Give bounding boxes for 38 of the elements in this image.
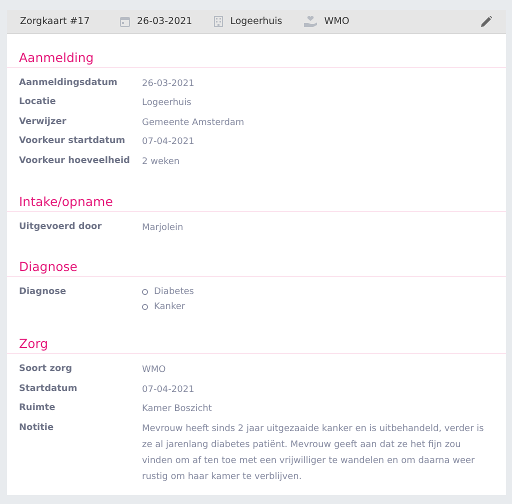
field-label: Ruimte	[19, 402, 56, 416]
list-item: Kanker	[154, 300, 186, 314]
list-item: Diabetes	[154, 286, 194, 300]
field-value: Mevrouw heeft sinds 2 jaar uitgezaaide kanker en is uitbehandeld, verder is ze al jarenlang diabetes patiënt. Mevrouw geeft aan dat ze het fijn zou vinden om af ten toe met een vrijwilliger te wandelen en om daarna weer rustig om haar kamer te verblijven.	[142, 423, 485, 484]
hand-heart-icon	[304, 16, 318, 27]
field-label: Locatie	[19, 96, 57, 110]
field-label: Voorkeur hoeveelheid	[19, 155, 131, 168]
field-label: Voorkeur startdatum	[19, 135, 126, 148]
calendar-icon	[120, 16, 130, 27]
field-label: Startdatum	[19, 382, 78, 396]
field-label: Uitgevoerd door	[19, 220, 103, 234]
field-label: Diagnose	[19, 286, 68, 300]
field-value: WMO	[142, 364, 167, 378]
field-value: Logeerhuis	[142, 97, 192, 110]
bullet-icon	[142, 289, 148, 296]
edit-button[interactable]	[479, 14, 494, 29]
field-label: Verwijzer	[19, 116, 68, 129]
field-value: Kamer Boszicht	[142, 403, 213, 416]
card-title: Zorgkaart #17	[20, 16, 91, 27]
header-meta-text: 26-03-2021	[137, 16, 192, 27]
field-value: Marjolein	[142, 222, 184, 235]
header-meta-text: Logeerhuis	[230, 16, 282, 27]
building-icon	[214, 16, 224, 27]
section-heading: Intake/opname	[7, 182, 506, 212]
field-value: 26-03-2021	[142, 78, 196, 91]
field-label: Aanmeldingsdatum	[19, 76, 118, 90]
field-value: 07-04-2021	[142, 384, 196, 397]
bullet-icon	[142, 304, 148, 310]
field-value: Gemeente Amsterdam	[142, 116, 246, 130]
header-meta-text: WMO	[324, 16, 350, 27]
section-heading: Aanmelding	[7, 38, 506, 68]
field-label: Soort zorg	[19, 363, 74, 376]
pencil-icon	[481, 16, 492, 27]
field-label: Notitie	[19, 422, 55, 435]
section-heading: Diagnose	[7, 247, 506, 278]
field-value: 2 weken	[142, 156, 181, 170]
field-value: 07-04-2021	[142, 136, 196, 150]
section-heading: Zorg	[7, 324, 506, 354]
